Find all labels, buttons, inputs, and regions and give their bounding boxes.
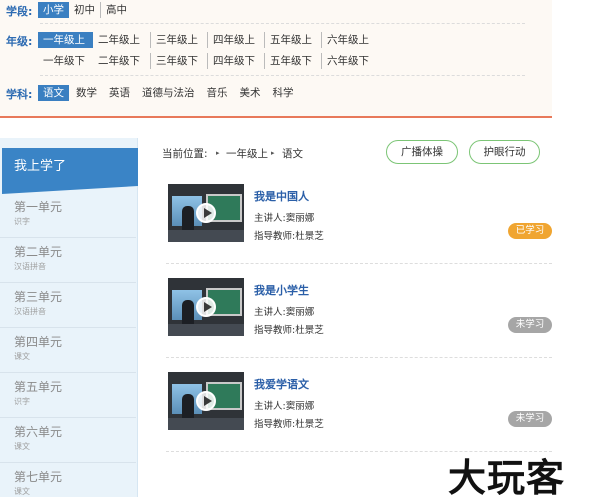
lesson-thumbnail[interactable] bbox=[168, 184, 244, 242]
chevron-right-icon: ▸ bbox=[271, 149, 275, 157]
sidebar-item-unit-7[interactable]: 第七单元 课文 bbox=[0, 463, 136, 497]
unit-subtitle: 课文 bbox=[14, 352, 30, 361]
unit-subtitle: 课文 bbox=[14, 442, 30, 451]
sidebar-header-current-unit[interactable]: 我上学了 bbox=[2, 148, 138, 194]
sidebar-item-unit-6[interactable]: 第六单元 课文 bbox=[0, 418, 136, 463]
grade-option-4b[interactable]: 四年级下 bbox=[207, 53, 264, 69]
grade-option-1b[interactable]: 一年级下 bbox=[38, 53, 93, 69]
grade-option-5a[interactable]: 五年级上 bbox=[264, 32, 321, 48]
broadcast-exercise-button[interactable]: 广播体操 bbox=[386, 140, 458, 164]
sidebar-item-unit-5[interactable]: 第五单元 识字 bbox=[0, 373, 136, 418]
lesson-title[interactable]: 我爱学语文 bbox=[254, 376, 309, 392]
subject-options: 语文 数学 英语 道德与法治 音乐 美术 科学 bbox=[38, 84, 299, 102]
site-watermark: 大玩客 bbox=[448, 455, 566, 497]
sidebar-item-unit-3[interactable]: 第三单元 汉语拼音 bbox=[0, 283, 136, 328]
lesson-card[interactable]: 我是小学生 主讲人:窦丽娜 指导教师:杜景芝 未学习 bbox=[166, 278, 552, 358]
status-badge: 未学习 bbox=[508, 411, 552, 427]
unit-subtitle: 汉语拼音 bbox=[14, 262, 46, 271]
stage-option-primary[interactable]: 小学 bbox=[38, 2, 69, 18]
lesson-lecturer: 主讲人:窦丽娜 bbox=[254, 213, 315, 224]
subject-label: 学科: bbox=[6, 88, 33, 101]
grade-option-4a[interactable]: 四年级上 bbox=[207, 32, 264, 48]
chevron-right-icon: ▸ bbox=[216, 149, 220, 157]
unit-subtitle: 识字 bbox=[14, 397, 30, 406]
unit-title: 第一单元 bbox=[14, 200, 63, 214]
unit-subtitle: 课文 bbox=[14, 487, 30, 496]
unit-subtitle: 汉语拼音 bbox=[14, 307, 46, 316]
stage-options: 小学 初中 高中 bbox=[38, 1, 132, 19]
sidebar-item-unit-2[interactable]: 第二单元 汉语拼音 bbox=[0, 238, 136, 283]
lesson-thumbnail[interactable] bbox=[168, 278, 244, 336]
unit-title: 第四单元 bbox=[14, 335, 63, 349]
grade-option-6a[interactable]: 六年级上 bbox=[321, 32, 378, 48]
lesson-lecturer: 主讲人:窦丽娜 bbox=[254, 401, 315, 412]
unit-title: 第七单元 bbox=[14, 470, 63, 484]
stage-option-middle[interactable]: 初中 bbox=[69, 2, 100, 18]
lesson-title[interactable]: 我是小学生 bbox=[254, 282, 309, 298]
lesson-advisor: 指导教师:杜景芝 bbox=[254, 325, 324, 336]
subject-option-music[interactable]: 音乐 bbox=[202, 85, 233, 101]
stage-option-high[interactable]: 高中 bbox=[100, 2, 132, 18]
play-icon[interactable] bbox=[196, 391, 216, 411]
grade-options-row2: 一年级下 二年级下 三年级下 四年级下 五年级下 六年级下 bbox=[38, 52, 378, 70]
filter-panel: 学段: 小学 初中 高中 年级: 一年级上 二年级上 三年级上 四年级上 五年级… bbox=[0, 0, 552, 118]
subject-option-chinese[interactable]: 语文 bbox=[38, 85, 69, 101]
unit-title: 第三单元 bbox=[14, 290, 63, 304]
divider bbox=[40, 75, 525, 76]
status-badge: 未学习 bbox=[508, 317, 552, 333]
breadcrumb-item-grade[interactable]: 一年级上 bbox=[226, 146, 268, 161]
lesson-thumbnail[interactable] bbox=[168, 372, 244, 430]
lesson-advisor: 指导教师:杜景芝 bbox=[254, 231, 324, 242]
grade-option-1a[interactable]: 一年级上 bbox=[38, 32, 93, 48]
subject-option-math[interactable]: 数学 bbox=[71, 85, 102, 101]
grade-option-3a[interactable]: 三年级上 bbox=[150, 32, 207, 48]
sidebar-item-unit-4[interactable]: 第四单元 课文 bbox=[0, 328, 136, 373]
grade-option-3b[interactable]: 三年级下 bbox=[150, 53, 207, 69]
divider bbox=[40, 23, 525, 24]
lesson-title[interactable]: 我是中国人 bbox=[254, 188, 309, 204]
grade-option-2b[interactable]: 二年级下 bbox=[93, 53, 150, 69]
breadcrumb-item-subject[interactable]: 语文 bbox=[282, 146, 303, 161]
unit-title: 第五单元 bbox=[14, 380, 63, 394]
subject-option-english[interactable]: 英语 bbox=[104, 85, 135, 101]
subject-option-morality[interactable]: 道德与法治 bbox=[137, 85, 200, 101]
play-icon[interactable] bbox=[196, 203, 216, 223]
play-icon[interactable] bbox=[196, 297, 216, 317]
sidebar-item-unit-1[interactable]: 第一单元 识字 bbox=[0, 193, 136, 238]
lesson-card[interactable]: 我爱学语文 主讲人:窦丽娜 指导教师:杜景芝 未学习 bbox=[166, 372, 552, 452]
grade-option-5b[interactable]: 五年级下 bbox=[264, 53, 321, 69]
lesson-lecturer: 主讲人:窦丽娜 bbox=[254, 307, 315, 318]
eye-care-button[interactable]: 护眼行动 bbox=[469, 140, 540, 164]
unit-sidebar: 我上学了 第一单元 识字 第二单元 汉语拼音 第三单元 汉语拼音 第四单元 课文… bbox=[0, 138, 138, 497]
subject-option-art[interactable]: 美术 bbox=[235, 85, 266, 101]
grade-option-2a[interactable]: 二年级上 bbox=[93, 32, 150, 48]
stage-label: 学段: bbox=[6, 5, 33, 18]
unit-title: 第二单元 bbox=[14, 245, 63, 259]
grade-label: 年级: bbox=[6, 35, 33, 48]
unit-title: 第六单元 bbox=[14, 425, 63, 439]
grade-option-6b[interactable]: 六年级下 bbox=[321, 53, 378, 69]
lesson-advisor: 指导教师:杜景芝 bbox=[254, 419, 324, 430]
lesson-card[interactable]: 我是中国人 主讲人:窦丽娜 指导教师:杜景芝 已学习 bbox=[166, 184, 552, 264]
breadcrumb-label: 当前位置: bbox=[162, 148, 208, 160]
status-badge: 已学习 bbox=[508, 223, 552, 239]
subject-option-science[interactable]: 科学 bbox=[268, 85, 299, 101]
unit-subtitle: 识字 bbox=[14, 217, 30, 226]
grade-options-row1: 一年级上 二年级上 三年级上 四年级上 五年级上 六年级上 bbox=[38, 31, 378, 49]
